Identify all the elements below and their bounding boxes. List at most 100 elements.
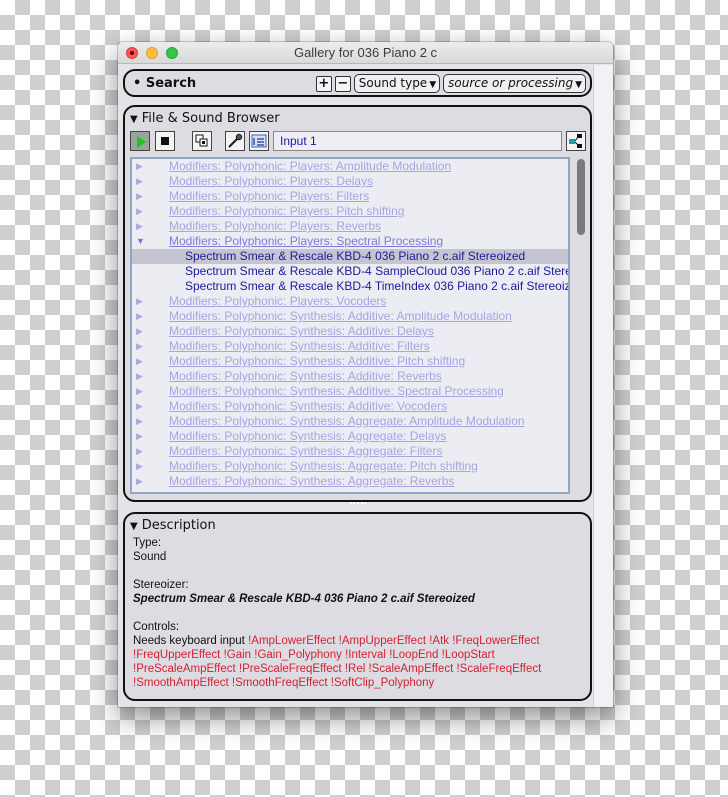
disclosure-closed-icon[interactable]: ▶ <box>136 189 143 204</box>
category-row[interactable]: ▶ Modifiers: Polyphonic: Players: Amplitu… <box>132 159 568 174</box>
control-name: !Rel <box>344 663 366 675</box>
sound-list-item[interactable]: Spectrum Smear & Rescale KBD-4 SampleClo… <box>132 264 568 279</box>
category-row[interactable]: ▶ Modifiers: Polyphonic: Players: Filters <box>132 189 568 204</box>
category-row[interactable]: ▶ Modifiers: Polyphonic: Players: Delays <box>132 174 568 189</box>
stop-button[interactable] <box>155 131 175 151</box>
control-name: !FreqUpperEffect <box>133 649 221 661</box>
disclosure-closed-icon[interactable]: ▶ <box>136 384 143 399</box>
disclosure-closed-icon[interactable]: ▶ <box>136 399 143 414</box>
type-label: Type: <box>133 537 162 549</box>
category-row[interactable]: ▶ Modifiers: Polyphonic: Synthesis: Addit… <box>132 384 568 399</box>
control-name: !AmpUpperEffect <box>338 635 427 647</box>
category-row[interactable]: ▶ Modifiers: Polyphonic: Synthesis: Addit… <box>132 369 568 384</box>
control-name: !AmpLowerEffect <box>248 635 336 647</box>
minimize-window-button[interactable] <box>146 47 158 59</box>
row-label: Modifiers: Polyphonic: Synthesis: Additi… <box>169 324 434 338</box>
category-row[interactable]: ▶ Modifiers: Polyphonic: Synthesis: Aggre… <box>132 444 568 459</box>
category-row[interactable]: ▶ Modifiers: Polyphonic: Synthesis: Aggre… <box>132 459 568 474</box>
title-bar[interactable]: Gallery for 036 Piano 2 c <box>118 42 613 64</box>
disclosure-closed-icon[interactable]: ▶ <box>136 309 143 324</box>
close-window-button[interactable] <box>126 47 138 59</box>
disclosure-triangle-icon: ▼ <box>130 114 138 125</box>
duplicate-button[interactable] <box>192 131 212 151</box>
description-panel-header[interactable]: ▼ Description <box>130 518 216 533</box>
category-row[interactable]: ▶ Modifiers: Polyphonic: Synthesis: Addit… <box>132 354 568 369</box>
disclosure-closed-icon[interactable]: ▶ <box>136 294 143 309</box>
panel-splitter-handle[interactable] <box>349 502 366 506</box>
category-row[interactable]: ▶ Modifiers: Polyphonic: Synthesis: Addit… <box>132 339 568 354</box>
category-row[interactable]: ▶ Modifiers: Polyphonic: Players: Vocoder… <box>132 294 568 309</box>
add-criterion-button[interactable]: + <box>315 75 332 92</box>
browser-toolbar: Input 1 <box>130 131 586 153</box>
disclosure-closed-icon[interactable]: ▶ <box>136 354 143 369</box>
category-row[interactable]: ▶ Modifiers: Polyphonic: Players: Reverbs <box>132 219 568 234</box>
browser-panel-title: File & Sound Browser <box>141 111 280 126</box>
control-name: !Gain_Polyphony <box>254 649 342 661</box>
disclosure-closed-icon[interactable]: ▶ <box>136 444 143 459</box>
remove-criterion-button[interactable]: − <box>334 75 351 92</box>
gallery-window: Gallery for 036 Piano 2 c • Search + − S… <box>118 42 613 707</box>
row-label: Modifiers: Polyphonic: Synthesis: Additi… <box>169 339 430 353</box>
input-list-button[interactable] <box>249 131 269 151</box>
disclosure-closed-icon[interactable]: ▶ <box>136 219 143 234</box>
row-label: Modifiers: Polyphonic: Synthesis: Aggreg… <box>169 474 455 488</box>
control-name: !PreScaleAmpEffect <box>133 663 236 675</box>
row-label: Spectrum Smear & Rescale KBD-4 SampleClo… <box>185 264 570 278</box>
control-name: !LoopStart <box>441 649 495 661</box>
sound-list-item[interactable]: Spectrum Smear & Rescale KBD-4 036 Piano… <box>132 249 568 264</box>
category-row[interactable]: ▶ Modifiers: Polyphonic: Players: Pitch s… <box>132 204 568 219</box>
microphone-button[interactable] <box>225 131 245 151</box>
disclosure-closed-icon[interactable]: ▶ <box>136 204 143 219</box>
description-panel-title: Description <box>141 518 216 533</box>
duplicate-icon <box>195 134 208 147</box>
controls-label: Controls: <box>133 621 180 633</box>
scroll-thumb[interactable] <box>577 159 585 235</box>
disclosure-open-icon[interactable]: ▼ <box>136 234 145 249</box>
sound-type-dropdown[interactable]: Sound type ▼ <box>353 74 441 93</box>
disclosure-closed-icon[interactable]: ▶ <box>136 159 143 174</box>
signal-flow-button[interactable] <box>566 131 586 151</box>
row-label: Modifiers: Polyphonic: Players: Delays <box>169 174 374 188</box>
processing-dropdown[interactable]: source or processing ▼ <box>443 74 586 93</box>
row-label: Modifiers: Polyphonic: Synthesis: Additi… <box>169 369 442 383</box>
controls-prefix: Needs keyboard input <box>133 635 245 647</box>
disclosure-closed-icon[interactable]: ▶ <box>136 369 143 384</box>
type-value: Sound <box>133 551 167 563</box>
row-label: Modifiers: Polyphonic: Synthesis: Additi… <box>169 399 448 413</box>
control-name: !Atk <box>429 635 450 647</box>
category-row[interactable]: ▼ Modifiers: Polyphonic: Players: Spectra… <box>132 234 568 249</box>
sound-type-label: Sound type <box>358 76 428 90</box>
search-toggle[interactable]: • Search <box>133 76 196 91</box>
zoom-window-button[interactable] <box>166 47 178 59</box>
category-row[interactable]: ▶ Modifiers: Polyphonic: Synthesis: Addit… <box>132 324 568 339</box>
disclosure-closed-icon[interactable]: ▶ <box>136 324 143 339</box>
sound-list-item[interactable]: Spectrum Smear & Rescale KBD-4 TimeIndex… <box>132 279 568 294</box>
signal-flow-icon <box>569 134 582 148</box>
disclosure-closed-icon[interactable]: ▶ <box>136 459 143 474</box>
dropdown-arrow-icon: ▼ <box>429 80 437 90</box>
row-label: Modifiers: Polyphonic: Players: Amplitud… <box>169 159 452 173</box>
search-controls: + − Sound type ▼ source or processing ▼ <box>315 74 586 93</box>
disclosure-triangle-icon: ▼ <box>130 521 138 532</box>
input-source-field[interactable]: Input 1 <box>273 131 562 151</box>
row-label: Modifiers: Polyphonic: Synthesis: Aggreg… <box>169 459 478 473</box>
sound-browser-list[interactable]: ▶ Modifiers: Polyphonic: Players: Amplitu… <box>130 157 570 494</box>
category-row[interactable]: ▶ Modifiers: Polyphonic: Synthesis: Addit… <box>132 309 568 324</box>
browser-scrollbar[interactable] <box>576 159 586 496</box>
description-panel: ▼ Description Type: Sound Stereoizer: Spe… <box>123 512 592 701</box>
control-name: !ScaleAmpEffect <box>368 663 454 675</box>
category-row[interactable]: ▶ Modifiers: Polyphonic: Synthesis: Aggre… <box>132 474 568 489</box>
category-row[interactable]: ▶ Modifiers: Polyphonic: Synthesis: Aggre… <box>132 414 568 429</box>
disclosure-closed-icon[interactable]: ▶ <box>136 429 143 444</box>
row-label: Modifiers: Polyphonic: Players: Vocoders <box>169 294 387 308</box>
browser-panel-header[interactable]: ▼ File & Sound Browser <box>130 111 280 126</box>
category-row[interactable]: ▶ Modifiers: Polyphonic: Synthesis: Aggre… <box>132 429 568 444</box>
row-label: Modifiers: Polyphonic: Players: Pitch sh… <box>169 204 405 218</box>
bullet-icon: • <box>133 76 146 91</box>
disclosure-closed-icon[interactable]: ▶ <box>136 174 143 189</box>
play-button[interactable] <box>130 131 150 151</box>
disclosure-closed-icon[interactable]: ▶ <box>136 339 143 354</box>
disclosure-closed-icon[interactable]: ▶ <box>136 474 143 489</box>
category-row[interactable]: ▶ Modifiers: Polyphonic: Synthesis: Addit… <box>132 399 568 414</box>
disclosure-closed-icon[interactable]: ▶ <box>136 414 143 429</box>
